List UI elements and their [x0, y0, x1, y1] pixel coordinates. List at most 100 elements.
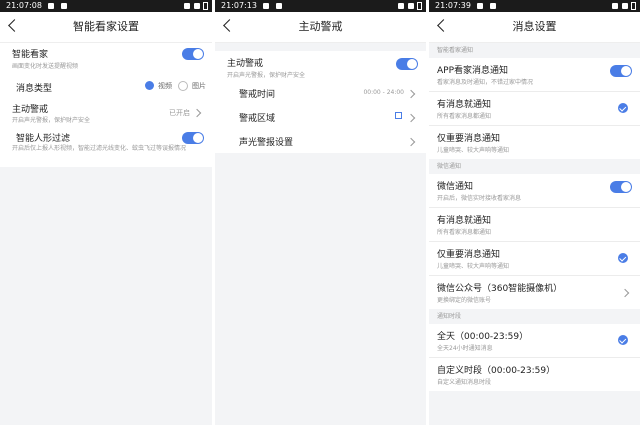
wechat-any-row[interactable]: 有消息就通知 所有看家消息都通知	[429, 208, 640, 241]
battery-icon	[203, 1, 208, 10]
app-any-subtitle: 所有看家消息都通知	[437, 113, 492, 120]
page-title: 智能看家设置	[73, 20, 139, 33]
wechat-any-subtitle: 所有看家消息都通知	[437, 229, 492, 236]
active-alert-row[interactable]: 主动警戒 开启声光警报，保护财产安全	[215, 51, 426, 81]
wechat-notify-row[interactable]: 微信通知 开启后，微信实时接收看家消息	[429, 174, 640, 207]
app-important-subtitle: 儿童啼哭、较大声响等通知	[437, 147, 510, 154]
section-notify-time: 通知时段	[429, 309, 640, 324]
image-icon	[477, 2, 484, 9]
signal-icon	[622, 2, 628, 9]
section-wechat: 微信通知	[429, 159, 640, 174]
page-title: 消息设置	[512, 20, 557, 33]
image-icon	[61, 2, 68, 9]
smart-home-title: 智能看家	[12, 50, 49, 60]
wechat-official-subtitle: 更换绑定的微信账号	[437, 297, 492, 304]
human-filter-subtitle: 开启后仅上报人形视频，智能过滤光线变化、蚊虫飞过等误报情况	[12, 145, 187, 152]
chevron-right-icon	[192, 108, 202, 118]
signal-icon	[408, 2, 414, 9]
wechat-official-title: 微信公众号（360智能摄像机）	[437, 284, 563, 294]
status-icons	[180, 0, 208, 12]
check-selected-icon[interactable]	[618, 335, 628, 345]
wechat-important-row[interactable]: 仅重要消息通知 儿童啼哭、较大声响等通知	[429, 242, 640, 275]
app-notify-subtitle: 看家消息及时通知，不错过家中情况	[437, 79, 534, 86]
status-bar: 21:07:08	[0, 0, 212, 12]
wifi-icon	[612, 2, 618, 9]
message-type-label: 消息类型	[16, 84, 53, 94]
alert-time-label: 警戒时间	[239, 90, 276, 100]
image-icon	[263, 2, 270, 9]
signal-icon	[194, 2, 200, 9]
image-radio-icon[interactable]	[178, 81, 188, 91]
custom-time-title: 自定义时段（00:00-23:59）	[437, 366, 556, 376]
smart-home-toggle[interactable]	[182, 48, 204, 60]
smart-home-row[interactable]: 智能看家 画面变化时发送提醒视频	[0, 43, 212, 73]
allday-row[interactable]: 全天（00:00-23:59） 全天24小时通知消息	[429, 324, 640, 357]
custom-time-subtitle: 自定义通知消息时段	[437, 379, 492, 386]
app-notify-row[interactable]: APP看家消息通知 看家消息及时通知，不错过家中情况	[429, 58, 640, 91]
chevron-right-icon	[406, 89, 416, 99]
check-selected-icon[interactable]	[618, 253, 628, 263]
status-bar: 21:07:13	[215, 0, 426, 12]
active-alert-title: 主动警戒	[12, 105, 49, 115]
panel-message-settings: 21:07:39 消息设置 智能看家通知 APP看家消息通知 看家消息及时通知，…	[429, 0, 640, 425]
human-filter-toggle[interactable]	[182, 132, 204, 144]
video-radio-selected-icon[interactable]	[145, 81, 154, 90]
custom-time-row[interactable]: 自定义时段（00:00-23:59） 自定义通知消息时段	[429, 358, 640, 391]
wechat-any-title: 有消息就通知	[437, 216, 492, 226]
active-alert-status: 已开启	[169, 109, 190, 117]
page-title: 主动警戒	[298, 20, 343, 33]
app-notify-title: APP看家消息通知	[437, 66, 509, 76]
status-icons	[608, 0, 636, 12]
allday-subtitle: 全天24小时通知消息	[437, 345, 493, 352]
wechat-important-subtitle: 儿童啼哭、较大声响等通知	[437, 263, 510, 270]
status-bar: 21:07:39	[429, 0, 640, 12]
app-important-row[interactable]: 仅重要消息通知 儿童啼哭、较大声响等通知	[429, 126, 640, 159]
wechat-official-row[interactable]: 微信公众号（360智能摄像机） 更换绑定的微信账号	[429, 276, 640, 309]
allday-title: 全天（00:00-23:59）	[437, 332, 529, 342]
app-notify-toggle[interactable]	[610, 65, 632, 77]
notification-icon	[276, 2, 283, 9]
active-alert-toggle[interactable]	[396, 58, 418, 70]
alert-zone-label: 警戒区域	[239, 114, 276, 124]
section-home-notify: 智能看家通知	[429, 43, 640, 58]
wechat-notify-title: 微信通知	[437, 182, 474, 192]
image-option-label[interactable]: 图片	[192, 81, 206, 91]
app-any-row[interactable]: 有消息就通知 所有看家消息都通知	[429, 92, 640, 125]
human-filter-row[interactable]: 智能人形过滤 开启后仅上报人形视频，智能过滤光线变化、蚊虫飞过等误报情况	[0, 127, 212, 167]
notification-icon	[48, 2, 55, 9]
crop-zone-icon	[395, 112, 402, 119]
status-time: 21:07:39	[435, 1, 471, 10]
status-time: 21:07:13	[221, 1, 257, 10]
status-time: 21:07:08	[6, 1, 42, 10]
wifi-icon	[398, 2, 404, 9]
panel-smart-home-settings: 21:07:08 智能看家设置 智能看家 画面变化时发送提醒视频 消息类型 视频…	[0, 0, 212, 425]
chevron-right-icon	[620, 288, 630, 298]
status-icons	[394, 0, 422, 12]
battery-icon	[631, 1, 636, 10]
wechat-notify-toggle[interactable]	[610, 181, 632, 193]
video-option-label[interactable]: 视频	[158, 81, 172, 91]
alert-time-value: 00:00 - 24:00	[363, 89, 404, 96]
alert-zone-row[interactable]: 警戒区域	[215, 105, 426, 129]
header: 消息设置	[429, 12, 640, 43]
app-any-title: 有消息就通知	[437, 100, 492, 110]
sound-light-label: 声光警报设置	[239, 138, 294, 148]
panel-active-alert: 21:07:13 主动警戒 主动警戒 开启声光警报，保护财产安全 警戒时间 00…	[215, 0, 426, 425]
chevron-right-icon	[406, 113, 416, 123]
notification-icon	[490, 2, 497, 9]
active-alert-subtitle: 开启声光警报，保护财产安全	[12, 117, 91, 124]
alert-time-row[interactable]: 警戒时间 00:00 - 24:00	[215, 81, 426, 105]
header: 主动警戒	[215, 12, 426, 43]
battery-icon	[417, 1, 422, 10]
app-important-title: 仅重要消息通知	[437, 134, 501, 144]
wechat-notify-subtitle: 开启后，微信实时接收看家消息	[437, 195, 522, 202]
message-type-row: 消息类型 视频 图片	[0, 73, 212, 99]
active-alert-row[interactable]: 主动警戒 开启声光警报，保护财产安全 已开启	[0, 99, 212, 127]
header: 智能看家设置	[0, 12, 212, 43]
wifi-icon	[184, 2, 190, 9]
sound-light-row[interactable]: 声光警报设置	[215, 129, 426, 153]
active-alert-subtitle: 开启声光警报，保护财产安全	[227, 72, 306, 79]
smart-home-subtitle: 画面变化时发送提醒视频	[12, 63, 79, 70]
wechat-important-title: 仅重要消息通知	[437, 250, 501, 260]
check-selected-icon[interactable]	[618, 103, 628, 113]
